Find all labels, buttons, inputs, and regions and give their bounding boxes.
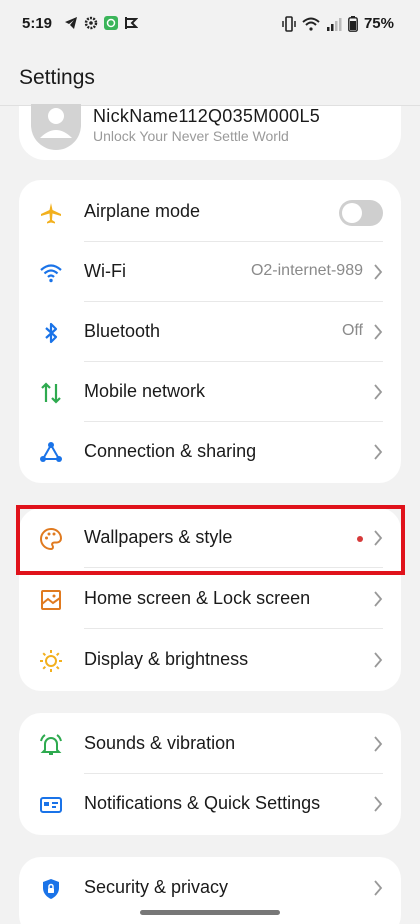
status-time: 5:19 [22, 15, 53, 32]
settings-gear-icon [84, 16, 98, 30]
connection-sharing-label: Connection & sharing [84, 441, 257, 461]
vibrate-icon [282, 15, 296, 32]
chevron-right-icon [374, 736, 383, 752]
profile-subtitle: Unlock Your Never Settle World [93, 128, 289, 144]
wifi-row[interactable]: Wi-Fi O2-internet-989 [19, 242, 401, 302]
battery-icon [348, 15, 358, 32]
security-privacy-label: Security & privacy [84, 877, 229, 897]
app-icon [104, 16, 118, 30]
chevron-right-icon [374, 796, 383, 812]
app-header: Settings [0, 52, 420, 106]
wifi-icon [40, 264, 62, 283]
bluetooth-icon [45, 322, 58, 344]
profile-card[interactable]: NickName112Q035M000L5 Unlock Your Never … [19, 104, 401, 160]
connection-sharing-row[interactable]: Connection & sharing [19, 422, 401, 482]
bell-ringing-icon [40, 734, 62, 755]
bluetooth-status: Off [341, 322, 363, 339]
avatar [31, 104, 81, 150]
telegram-icon [65, 17, 77, 29]
bluetooth-row[interactable]: Bluetooth Off [19, 302, 401, 362]
chevron-right-icon [374, 444, 383, 460]
sun-icon [40, 650, 62, 672]
airplane-mode-toggle[interactable] [339, 200, 383, 226]
display-brightness-row[interactable]: Display & brightness [19, 630, 401, 690]
sounds-vibration-row[interactable]: Sounds & vibration [19, 714, 401, 774]
mobile-network-icon [41, 382, 61, 404]
page-title: Settings [19, 66, 95, 89]
signal-icon [326, 17, 342, 31]
airplane-mode-row[interactable]: Airplane mode [19, 182, 401, 242]
sounds-card: Sounds & vibration Notifications & Quick… [19, 713, 401, 835]
airplane-mode-label: Airplane mode [84, 201, 201, 221]
system-icons: 75% [282, 15, 394, 32]
wifi-label: Wi-Fi [84, 261, 126, 281]
status-bar: 5:19 75% [0, 0, 420, 52]
notification-icons [64, 16, 138, 30]
chevron-right-icon [374, 264, 383, 280]
gesture-home-bar[interactable] [140, 910, 280, 915]
wifi-status-icon [302, 17, 320, 31]
airplane-icon [41, 203, 61, 224]
home-screen-icon [41, 590, 61, 610]
mobile-network-row[interactable]: Mobile network [19, 362, 401, 422]
person-icon [40, 108, 72, 138]
chevron-right-icon [374, 652, 383, 668]
home-lock-screen-row[interactable]: Home screen & Lock screen [19, 569, 401, 629]
connectivity-card: Airplane mode Wi-Fi O2-internet-989 Blue… [19, 180, 401, 483]
notifications-label: Notifications & Quick Settings [84, 793, 321, 813]
shield-lock-icon [43, 879, 59, 899]
mobile-network-label: Mobile network [84, 381, 206, 401]
chevron-right-icon [374, 384, 383, 400]
bluetooth-label: Bluetooth [84, 321, 161, 341]
security-privacy-row[interactable]: Security & privacy [19, 858, 401, 918]
home-lock-screen-label: Home screen & Lock screen [84, 588, 311, 608]
sounds-vibration-label: Sounds & vibration [84, 733, 236, 753]
chevron-right-icon [374, 880, 383, 896]
play-flag-icon [125, 17, 138, 29]
wifi-network-name: O2-internet-989 [250, 262, 363, 279]
divider [84, 628, 383, 629]
highlight-box [16, 505, 405, 575]
profile-name: NickName112Q035M000L5 [93, 106, 321, 126]
battery-percent: 75% [363, 15, 394, 32]
display-brightness-label: Display & brightness [84, 649, 249, 669]
notifications-icon [40, 797, 62, 813]
chevron-right-icon [374, 324, 383, 340]
connection-sharing-icon [40, 442, 62, 462]
chevron-right-icon [374, 591, 383, 607]
notifications-row[interactable]: Notifications & Quick Settings [19, 774, 401, 834]
